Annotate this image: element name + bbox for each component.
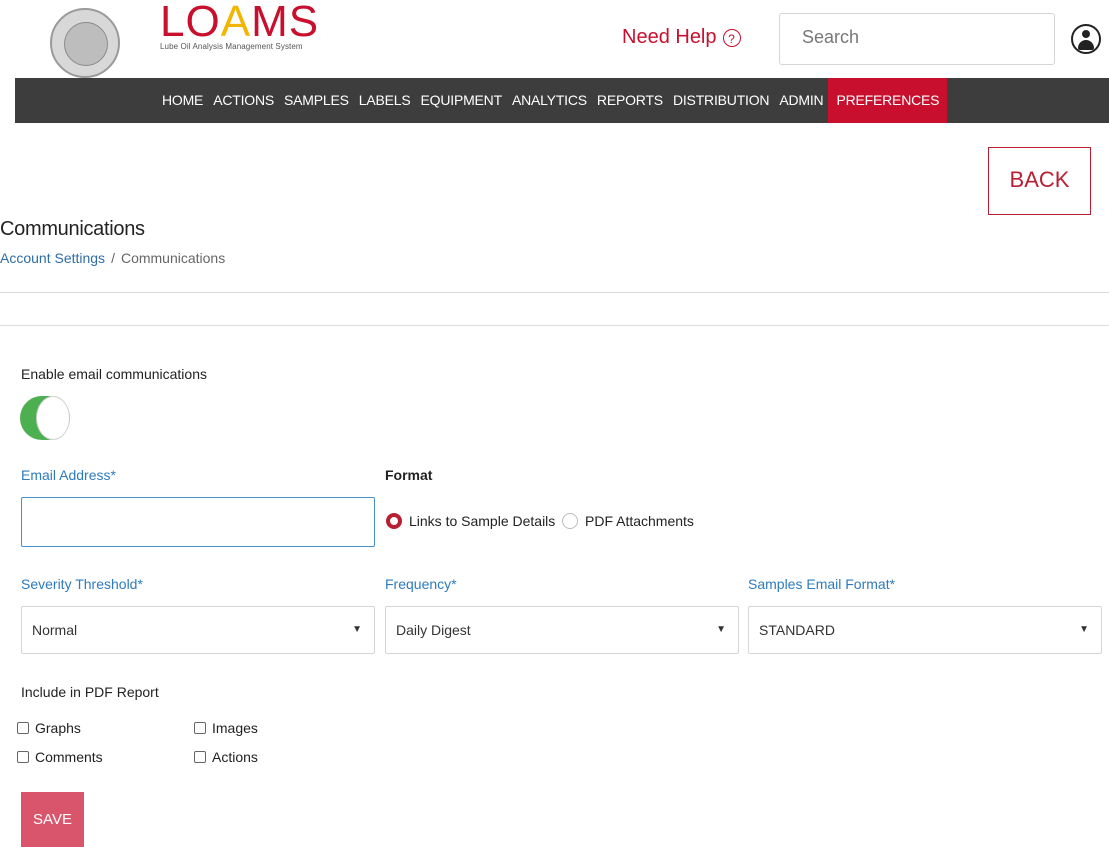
format-label: Format xyxy=(385,467,433,483)
format-option-label: PDF Attachments xyxy=(585,513,694,529)
nav-item-admin[interactable]: ADMIN xyxy=(774,78,828,123)
nav-item-distribution[interactable]: DISTRIBUTION xyxy=(668,78,774,123)
user-circle-icon[interactable] xyxy=(1071,24,1101,54)
frequency-select[interactable]: Daily Digest ▼ xyxy=(385,606,739,654)
nav-item-equipment[interactable]: EQUIPMENT xyxy=(416,78,507,123)
radio-unselected[interactable] xyxy=(562,513,578,529)
divider xyxy=(0,325,1109,326)
loams-brand[interactable]: LOAMS Lube Oil Analysis Management Syste… xyxy=(160,0,319,51)
samples-email-format-label: Samples Email Format* xyxy=(748,576,896,592)
actions-checkbox[interactable] xyxy=(194,751,206,763)
include-pdf-label: Include in PDF Report xyxy=(21,684,159,700)
nav-menu: HOME ACTIONS SAMPLES LABELS EQUIPMENT ANALYTI… xyxy=(157,78,948,123)
format-option-label: Links to Sample Details xyxy=(409,513,556,529)
email-address-input[interactable] xyxy=(21,497,375,547)
nav-item-actions[interactable]: ACTIONS xyxy=(208,78,279,123)
caret-down-icon: ▼ xyxy=(716,624,726,635)
format-option-links[interactable]: Links to Sample Details xyxy=(386,513,555,529)
nav-item-home[interactable]: HOME xyxy=(157,78,208,123)
severity-threshold-select[interactable]: Normal ▼ xyxy=(21,606,375,654)
page-title: Communications xyxy=(0,218,145,240)
images-checkbox[interactable] xyxy=(194,722,206,734)
breadcrumb: Account Settings / Communications xyxy=(0,250,225,266)
severity-threshold-value: Normal xyxy=(32,622,78,638)
graphs-label: Graphs xyxy=(35,720,81,736)
caret-down-icon: ▼ xyxy=(1079,624,1089,635)
breadcrumb-separator: / xyxy=(111,250,115,266)
comments-label: Comments xyxy=(35,749,103,765)
nav-item-reports[interactable]: REPORTS xyxy=(592,78,668,123)
question-circle-icon: ? xyxy=(722,28,741,47)
frequency-label: Frequency* xyxy=(385,576,457,592)
nav-item-labels[interactable]: LABELS xyxy=(354,78,416,123)
severity-threshold-label: Severity Threshold* xyxy=(21,576,143,592)
samples-email-format-select[interactable]: STANDARD ▼ xyxy=(748,606,1102,654)
breadcrumb-current: Communications xyxy=(120,250,226,266)
graphs-checkbox[interactable] xyxy=(17,722,29,734)
nav-item-samples[interactable]: SAMPLES xyxy=(279,78,354,123)
samples-email-format-value: STANDARD xyxy=(759,622,835,638)
images-label: Images xyxy=(212,720,258,736)
include-actions-option[interactable]: Actions xyxy=(194,749,258,765)
include-graphs-option[interactable]: Graphs xyxy=(17,720,81,736)
nav-item-analytics[interactable]: ANALYTICS xyxy=(507,78,592,123)
caret-down-icon: ▼ xyxy=(352,624,362,635)
include-images-option[interactable]: Images xyxy=(194,720,258,736)
divider xyxy=(0,292,1109,293)
need-help-link[interactable]: Need Help ? xyxy=(622,26,741,49)
email-address-label: Email Address* xyxy=(21,467,116,483)
breadcrumb-account-settings[interactable]: Account Settings xyxy=(0,250,105,266)
comments-checkbox[interactable] xyxy=(17,751,29,763)
format-option-pdf[interactable]: PDF Attachments xyxy=(562,513,694,529)
brand-name: LOAMS xyxy=(160,0,320,46)
brand-subtitle: Lube Oil Analysis Management System xyxy=(160,42,303,51)
search-input[interactable]: Search xyxy=(779,13,1055,65)
frequency-value: Daily Digest xyxy=(396,622,471,638)
main-navbar: HOME ACTIONS SAMPLES LABELS EQUIPMENT ANALYTI… xyxy=(15,78,1109,123)
nav-item-preferences[interactable]: PREFERENCES xyxy=(828,78,948,123)
back-button[interactable]: BACK xyxy=(988,147,1091,215)
actions-label: Actions xyxy=(212,749,258,765)
enable-email-label: Enable email communications xyxy=(21,366,207,382)
enable-email-toggle[interactable] xyxy=(20,396,70,440)
seal-emblem-icon xyxy=(50,8,120,78)
radio-selected[interactable] xyxy=(386,513,402,529)
need-help-label: Need Help xyxy=(622,26,717,48)
include-comments-option[interactable]: Comments xyxy=(17,749,103,765)
save-button[interactable]: SAVE xyxy=(21,792,84,847)
